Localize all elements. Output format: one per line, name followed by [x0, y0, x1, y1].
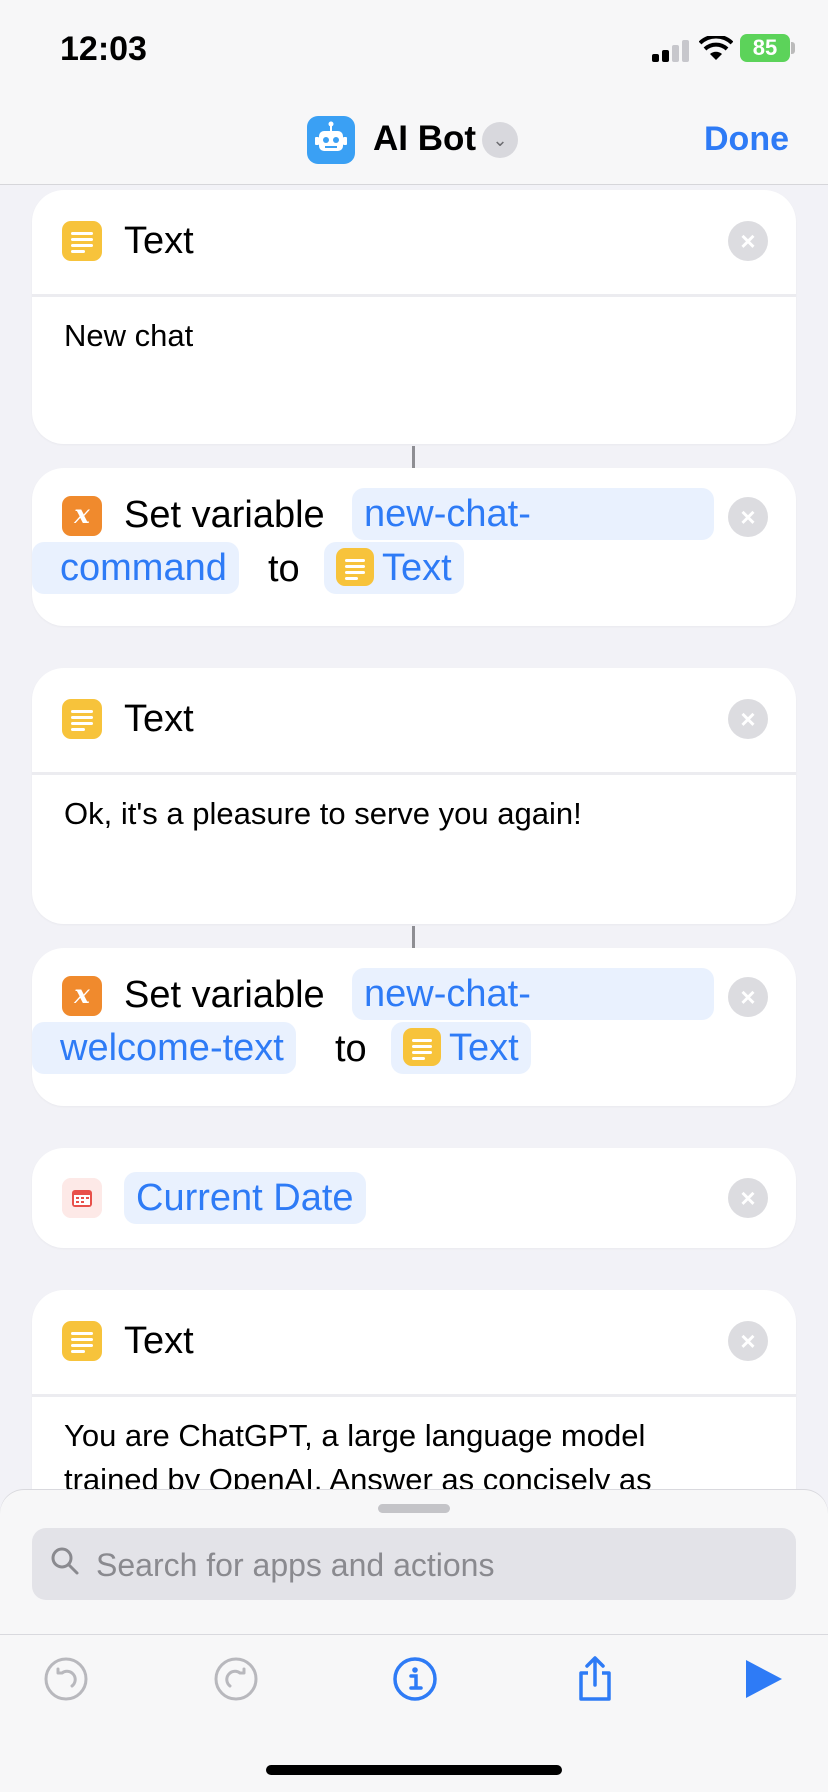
card-header: Text ×	[32, 668, 796, 775]
text-content[interactable]: Ok, it's a pleasure to serve you again!	[64, 796, 582, 832]
connector-line	[412, 446, 415, 468]
token-label: Text	[449, 1027, 519, 1069]
share-icon[interactable]	[571, 1655, 619, 1703]
to-label: to	[335, 1028, 367, 1070]
close-icon[interactable]: ×	[728, 977, 768, 1017]
redo-icon[interactable]	[212, 1655, 260, 1703]
done-button[interactable]: Done	[704, 120, 789, 159]
set-variable-card[interactable]: x Set variable new-chat- welcome-text to…	[32, 948, 796, 1106]
search-input[interactable]	[94, 1528, 778, 1602]
play-icon[interactable]	[738, 1655, 786, 1703]
action-title: Set variable	[124, 494, 325, 536]
text-icon	[336, 547, 374, 586]
home-indicator	[266, 1765, 562, 1775]
action-title: Text	[124, 220, 194, 262]
chevron-down-icon[interactable]: ⌄	[482, 122, 518, 158]
wifi-icon	[699, 36, 733, 60]
toolbar-divider	[0, 1634, 828, 1635]
card-header: Text ×	[32, 190, 796, 297]
close-icon[interactable]: ×	[728, 1321, 768, 1361]
text-variable-token[interactable]: Text	[324, 542, 464, 594]
cellular-signal-icon	[652, 40, 690, 62]
close-icon[interactable]: ×	[728, 497, 768, 537]
text-content-line1[interactable]: You are ChatGPT, a large language model	[64, 1418, 645, 1454]
robot-icon[interactable]	[307, 116, 355, 164]
current-date-token[interactable]: Current Date	[124, 1172, 366, 1224]
to-label: to	[268, 548, 300, 590]
battery-indicator: 85	[740, 34, 790, 62]
variable-name-token[interactable]: new-chat-	[352, 968, 714, 1020]
card-header: Text ×	[32, 1290, 796, 1397]
token-label: Text	[382, 547, 452, 589]
variable-name-token-cont[interactable]: command	[32, 542, 239, 594]
text-icon	[62, 699, 102, 739]
calendar-icon	[62, 1178, 102, 1218]
shortcut-title[interactable]: AI Bot	[373, 119, 476, 159]
current-date-card[interactable]: Current Date ×	[32, 1148, 796, 1248]
close-icon[interactable]: ×	[728, 1178, 768, 1218]
sheet-grabber[interactable]	[378, 1504, 450, 1513]
action-title: Set variable	[124, 974, 325, 1016]
text-icon	[403, 1027, 441, 1066]
text-icon	[62, 221, 102, 261]
text-action-card[interactable]: Text × New chat	[32, 190, 796, 444]
variable-name-token[interactable]: new-chat-	[352, 488, 714, 540]
close-icon[interactable]: ×	[728, 699, 768, 739]
text-icon	[62, 1321, 102, 1361]
variable-icon: x	[62, 496, 102, 536]
status-time: 12:03	[60, 30, 147, 68]
battery-tip	[791, 42, 795, 54]
text-action-card[interactable]: Text × Ok, it's a pleasure to serve you …	[32, 668, 796, 924]
variable-name-token-cont[interactable]: welcome-text	[32, 1022, 296, 1074]
undo-icon[interactable]	[42, 1655, 90, 1703]
info-icon[interactable]	[391, 1655, 439, 1703]
text-action-card[interactable]: Text × You are ChatGPT, a large language…	[32, 1290, 796, 1520]
close-icon[interactable]: ×	[728, 221, 768, 261]
variable-icon: x	[62, 976, 102, 1016]
search-icon	[51, 1547, 79, 1575]
action-title: Text	[124, 698, 194, 740]
text-variable-token[interactable]: Text	[391, 1022, 531, 1074]
set-variable-card[interactable]: x Set variable new-chat- command to Text…	[32, 468, 796, 626]
text-content[interactable]: New chat	[64, 318, 193, 354]
action-title: Text	[124, 1320, 194, 1362]
connector-line	[412, 926, 415, 948]
